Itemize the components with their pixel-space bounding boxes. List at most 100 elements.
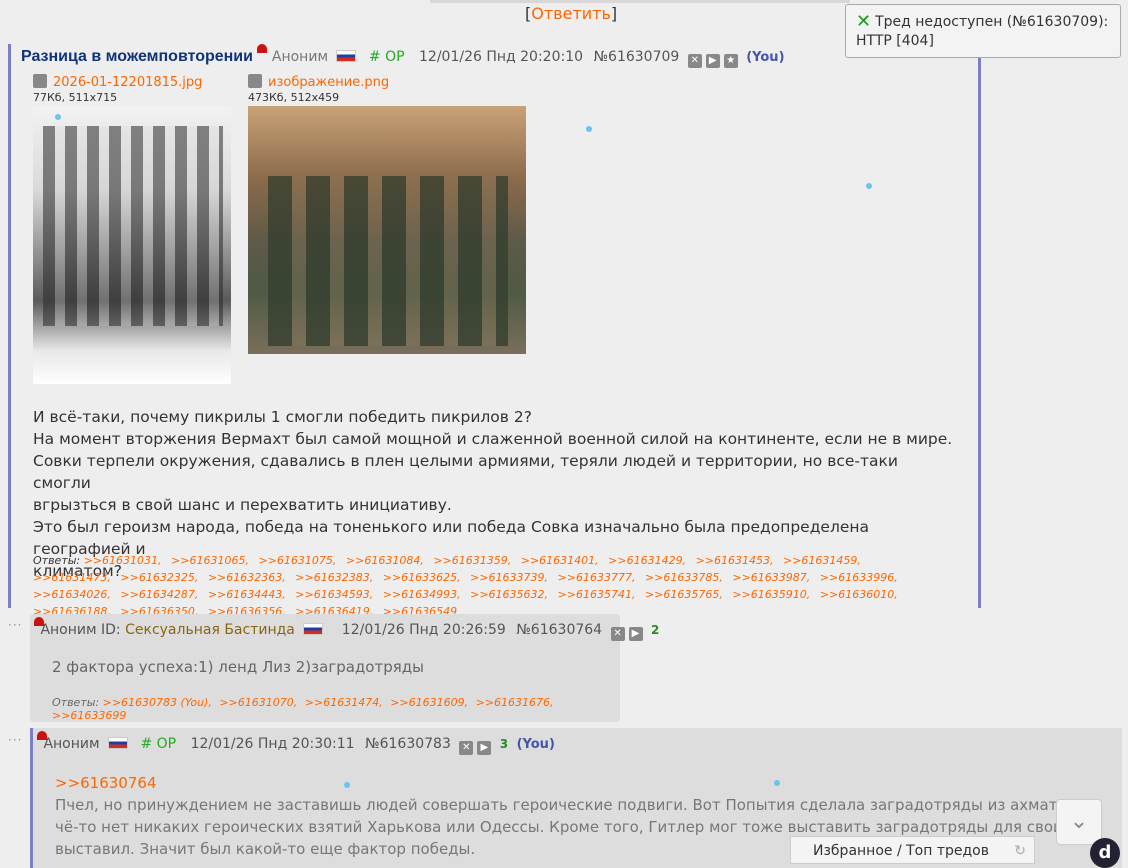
file-meta: 473Кб, 512x459 (248, 91, 340, 104)
reply-link[interactable]: >>61632383, (295, 571, 373, 584)
expand-dots[interactable]: ··· (8, 733, 22, 747)
attached-image-2[interactable] (248, 106, 526, 354)
body-line: И всё-таки, почему пикрилы 1 смогли побе… (33, 408, 532, 426)
file-name[interactable]: 2026-01-12201815.jpg (53, 75, 202, 90)
reply-link[interactable]: >>61632325, (120, 571, 198, 584)
favorites-label[interactable]: Избранное / Топ тредов (813, 843, 989, 859)
post-number[interactable]: №61630764 (516, 622, 602, 638)
body-line: На момент вторжения Вермахт был самой мо… (33, 430, 953, 448)
attached-image-1[interactable] (33, 106, 231, 384)
reply-link[interactable]: >>61631031, (84, 554, 162, 567)
replies-label: Ответы: (52, 696, 100, 709)
reply-link[interactable]: >>61632363, (208, 571, 286, 584)
hide-icon[interactable]: ✕ (610, 627, 625, 641)
snowflake-icon (344, 782, 350, 788)
reply-link[interactable]: >>61634993, (383, 588, 461, 601)
reply-link[interactable]: >>61635632, (470, 588, 548, 601)
reply-link[interactable]: >>61635741, (558, 588, 636, 601)
op-header: Разница в можемповторении Аноним # OP 12… (21, 44, 785, 68)
you-marker: (You) (516, 737, 555, 752)
file-info-2: изображение.png 473Кб, 512x459 (248, 74, 389, 104)
snowflake-icon (586, 126, 592, 132)
reply-link[interactable]: >>61631676, (476, 696, 554, 709)
reply-link[interactable]: >>61631609, (390, 696, 468, 709)
search-icon[interactable] (248, 74, 262, 88)
replies-list: Ответы: >>61630783 (You), >>61631070, >>… (52, 696, 620, 722)
reply-link[interactable]: >>61633739, (470, 571, 548, 584)
santa-hat-icon (257, 44, 268, 53)
reply-link[interactable]: Ответить (531, 4, 611, 23)
replies-label: Ответы: (33, 554, 81, 567)
russia-flag-icon (303, 623, 324, 635)
reply-link[interactable]: >>61631359, (433, 554, 511, 567)
thread-title: Разница в можемповторении (21, 48, 253, 65)
reply-link[interactable]: >>61633699 (52, 709, 126, 722)
reply-link[interactable]: >>61634287, (120, 588, 198, 601)
reply-link[interactable]: >>61631474, (305, 696, 383, 709)
post-date: 12/01/26 Пнд 20:20:10 (419, 49, 584, 65)
hide-icon[interactable]: ✕ (459, 741, 474, 755)
top-scroll-strip (430, 0, 850, 3)
reply-header: Аноним # OP 12/01/26 Пнд 20:30:11 №61630… (37, 731, 555, 755)
reply-link[interactable]: >>61634026, (33, 588, 111, 601)
post-date: 12/01/26 Пнд 20:26:59 (341, 622, 506, 638)
post-number[interactable]: №61630783 (365, 736, 451, 752)
body-line: чё-то нет никаких героических взятий Хар… (55, 818, 1092, 836)
reply-link[interactable]: >>61631065, (171, 554, 249, 567)
play-icon[interactable]: ▶ (477, 741, 492, 755)
snowflake-icon (55, 114, 61, 120)
reply-link[interactable]: >>61633996, (820, 571, 898, 584)
reply-link[interactable]: >>61633785, (645, 571, 723, 584)
reply-link[interactable]: >>61635910, (732, 588, 810, 601)
expand-dots[interactable]: ··· (8, 618, 22, 632)
reply-link[interactable]: >>61631070, (219, 696, 297, 709)
error-notification[interactable]: ✕ Тред недоступен (№61630709): HTTP [404] (845, 4, 1121, 58)
search-icon[interactable] (33, 74, 47, 88)
reply-link[interactable]: >>61631453, (696, 554, 774, 567)
reply-link[interactable]: >>61634443, (208, 588, 286, 601)
file-meta: 77Кб, 511x715 (33, 91, 118, 104)
quote-link[interactable]: >>61630764 (55, 772, 1125, 794)
reply-link[interactable]: >>61633987, (732, 571, 810, 584)
logo-icon[interactable]: d (1090, 838, 1120, 868)
replies-list: Ответы: >>61631031, >>61631065, >>616310… (33, 552, 953, 620)
reply-count: 3 (499, 737, 509, 751)
reply-link[interactable]: >>61630783 (You), (103, 696, 212, 709)
refresh-icon[interactable]: ↻ (1014, 837, 1026, 865)
reply-post: Аноним ID: Сексуальная Бастинда 12/01/26… (30, 614, 659, 722)
reply-link[interactable]: >>61635765, (645, 588, 723, 601)
reply-header: Аноним ID: Сексуальная Бастинда 12/01/26… (34, 617, 660, 641)
russia-flag-icon (108, 737, 129, 749)
body-line: вгрызться в свой шанс и перехватить иниц… (33, 496, 452, 514)
poster-id: Сексуальная Бастинда (125, 622, 295, 638)
play-icon[interactable]: ▶ (705, 54, 720, 68)
reply-link[interactable]: >>61631429, (608, 554, 686, 567)
op-tag: # OP (140, 736, 177, 752)
reply-link[interactable]: >>61634593, (295, 588, 373, 601)
scroll-down-button[interactable]: ⌄ (1056, 799, 1102, 845)
reply-link[interactable]: >>61636010, (820, 588, 898, 601)
reply-link[interactable]: >>61631473, (33, 571, 111, 584)
reply-count: 2 (650, 623, 660, 637)
reply-link[interactable]: >>61633777, (558, 571, 636, 584)
reply-link[interactable]: >>61631401, (521, 554, 599, 567)
reply-link[interactable]: >>61631084, (346, 554, 424, 567)
snowflake-icon (866, 183, 872, 189)
post-author: Аноним (271, 49, 328, 65)
hide-icon[interactable]: ✕ (687, 54, 702, 68)
post-date: 12/01/26 Пнд 20:30:11 (190, 736, 355, 752)
body-line: Пчел, но принуждением не заставишь людей… (55, 796, 1095, 814)
play-icon[interactable]: ▶ (628, 627, 643, 641)
star-icon[interactable]: ★ (723, 54, 738, 68)
id-label: ID: (101, 622, 121, 638)
close-icon[interactable]: ✕ (856, 11, 871, 32)
file-name[interactable]: изображение.png (268, 75, 389, 90)
reply-link[interactable]: >>61631459, (783, 554, 861, 567)
reply-link[interactable]: >>61633625, (383, 571, 461, 584)
file-info-1: 2026-01-12201815.jpg 77Кб, 511x715 (33, 74, 202, 104)
post-number[interactable]: №61630709 (593, 49, 679, 65)
reply-link[interactable]: >>61631075, (258, 554, 336, 567)
op-post: Разница в можемповторении Аноним # OP 12… (8, 44, 981, 618)
top-reply-link[interactable]: [Ответить] (525, 4, 617, 23)
post-author: Аноним (40, 622, 97, 638)
